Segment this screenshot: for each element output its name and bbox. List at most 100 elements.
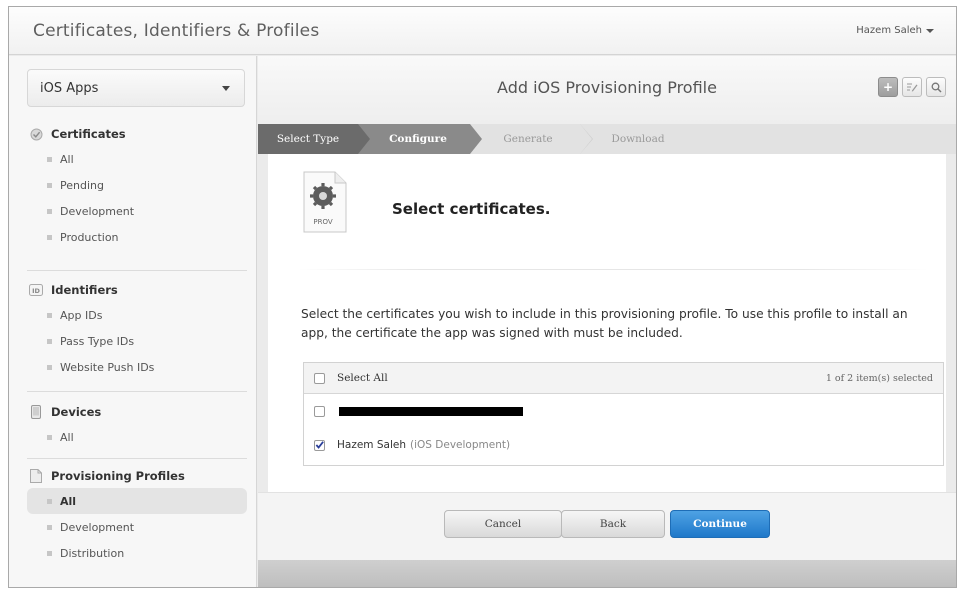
sidebar-item-website-push-ids[interactable]: Website Push IDs	[27, 354, 247, 380]
icon-label: PROV	[313, 218, 332, 226]
step-download: Download	[580, 124, 690, 154]
sidebar-section-identifiers: ID Identifiers App IDs Pass Type IDs Web…	[27, 278, 247, 380]
redacted-certificate-name	[339, 406, 523, 416]
main-panel: Add iOS Provisioning Profile + Select Ty…	[258, 56, 956, 587]
section-heading: Select certificates.	[392, 200, 551, 218]
sidebar-item-pass-type-ids[interactable]: Pass Type IDs	[27, 328, 247, 354]
bullet-icon	[47, 498, 52, 504]
sidebar-item-certificates-production[interactable]: Production	[27, 224, 247, 250]
continue-button[interactable]: Continue	[670, 510, 770, 538]
search-button[interactable]	[926, 77, 946, 97]
certificate-checkbox[interactable]	[314, 405, 325, 417]
bullet-icon	[47, 312, 52, 318]
certificate-row[interactable]: Hazem Saleh (iOS Development)	[304, 428, 943, 462]
sidebar-item-label: All	[60, 430, 74, 444]
window-frame: Certificates, Identifiers & Profiles Haz…	[8, 6, 957, 588]
sidebar-item-label: Production	[60, 230, 119, 244]
step-select-type: Select Type	[258, 124, 370, 154]
bullet-icon	[47, 156, 52, 162]
bullet-icon	[47, 234, 52, 240]
certificate-icon	[29, 127, 43, 141]
select-all-label: Select All	[337, 372, 388, 384]
action-footer: Cancel Back Continue	[258, 492, 956, 560]
sidebar-heading-certificates[interactable]: Certificates	[27, 122, 247, 146]
sidebar-item-profiles-distribution[interactable]: Distribution	[27, 540, 247, 566]
bullet-icon	[47, 364, 52, 370]
back-button[interactable]: Back	[561, 510, 665, 538]
cancel-button[interactable]: Cancel	[444, 510, 562, 538]
bullet-icon	[47, 338, 52, 344]
sidebar-item-app-ids[interactable]: App IDs	[27, 302, 247, 328]
sidebar-item-label: App IDs	[60, 308, 103, 322]
edit-icon	[907, 83, 918, 92]
description-text: Select the certificates you wish to incl…	[301, 307, 908, 340]
search-icon	[931, 82, 942, 93]
top-bar: Certificates, Identifiers & Profiles Haz…	[9, 7, 956, 55]
certificate-name: Hazem Saleh	[337, 439, 406, 451]
sidebar-item-profiles-all[interactable]: All	[27, 488, 247, 514]
sidebar-heading-label: Certificates	[51, 127, 126, 141]
content-card: PROV Select certificates. Select the cer…	[268, 154, 946, 492]
step-chevron	[580, 124, 592, 154]
bottom-strip	[258, 560, 956, 587]
plus-icon: +	[882, 80, 894, 94]
certificate-type: (iOS Development)	[410, 439, 511, 451]
step-label: Download	[611, 133, 665, 145]
sidebar-divider	[27, 391, 247, 392]
bullet-icon	[47, 434, 52, 440]
step-label: Generate	[503, 133, 553, 145]
sidebar-item-label: All	[60, 494, 77, 508]
bullet-icon	[47, 208, 52, 214]
platform-select-value: iOS Apps	[40, 80, 99, 96]
svg-text:ID: ID	[32, 287, 40, 295]
id-badge-icon: ID	[29, 283, 43, 297]
sidebar-item-label: Distribution	[60, 546, 125, 560]
sidebar-section-provisioning-profiles: Provisioning Profiles All Development Di…	[27, 464, 247, 566]
sidebar-item-certificates-all[interactable]: All	[27, 146, 247, 172]
sidebar-item-label: All	[60, 152, 74, 166]
sidebar-heading-label: Identifiers	[51, 283, 118, 297]
sidebar-divider	[27, 458, 247, 459]
platform-select[interactable]: iOS Apps	[27, 69, 245, 107]
divider	[298, 269, 928, 270]
app-title: Certificates, Identifiers & Profiles	[33, 21, 320, 41]
add-button[interactable]: +	[878, 77, 898, 97]
edit-button[interactable]	[902, 77, 922, 97]
sidebar-heading-devices[interactable]: Devices	[27, 400, 247, 424]
sidebar-section-certificates: Certificates All Pending Development Pro…	[27, 122, 247, 250]
sidebar-item-label: Website Push IDs	[60, 360, 155, 374]
page-title: Add iOS Provisioning Profile	[497, 78, 717, 97]
selection-count: 1 of 2 item(s) selected	[825, 372, 933, 384]
select-all-checkbox[interactable]	[314, 372, 325, 384]
sidebar-item-certificates-pending[interactable]: Pending	[27, 172, 247, 198]
user-menu[interactable]: Hazem Saleh	[856, 25, 934, 36]
toolbar: +	[878, 77, 946, 97]
sidebar-section-devices: Devices All	[27, 400, 247, 450]
sidebar-item-certificates-development[interactable]: Development	[27, 198, 247, 224]
main-header: Add iOS Provisioning Profile +	[258, 56, 956, 124]
sidebar-item-profiles-development[interactable]: Development	[27, 514, 247, 540]
bullet-icon	[47, 550, 52, 556]
step-generate: Generate	[470, 124, 593, 154]
sidebar-item-devices-all[interactable]: All	[27, 424, 247, 450]
chevron-down-icon	[926, 28, 934, 33]
sidebar-divider	[27, 270, 247, 271]
sidebar: iOS Apps Certificates All Pending Develo…	[9, 56, 257, 587]
step-label: Configure	[389, 133, 447, 145]
sidebar-heading-label: Provisioning Profiles	[51, 469, 185, 483]
wizard-steps: Select Type Configure Generate Download	[258, 124, 956, 154]
sidebar-item-label: Development	[60, 204, 135, 218]
sidebar-item-label: Pending	[60, 178, 104, 192]
sidebar-item-label: Pass Type IDs	[60, 334, 135, 348]
sidebar-item-label: Development	[60, 520, 135, 534]
provisioning-profile-icon: PROV	[301, 170, 349, 236]
step-label: Select Type	[276, 133, 340, 145]
certificate-list-header: Select All 1 of 2 item(s) selected	[304, 363, 943, 394]
step-configure: Configure	[358, 124, 482, 154]
chevron-down-icon	[222, 85, 230, 91]
step-chevron	[358, 124, 370, 154]
sidebar-heading-provisioning-profiles[interactable]: Provisioning Profiles	[27, 464, 247, 488]
certificate-row[interactable]	[304, 394, 943, 428]
certificate-checkbox-checked[interactable]	[314, 439, 325, 451]
sidebar-heading-identifiers[interactable]: ID Identifiers	[27, 278, 247, 302]
